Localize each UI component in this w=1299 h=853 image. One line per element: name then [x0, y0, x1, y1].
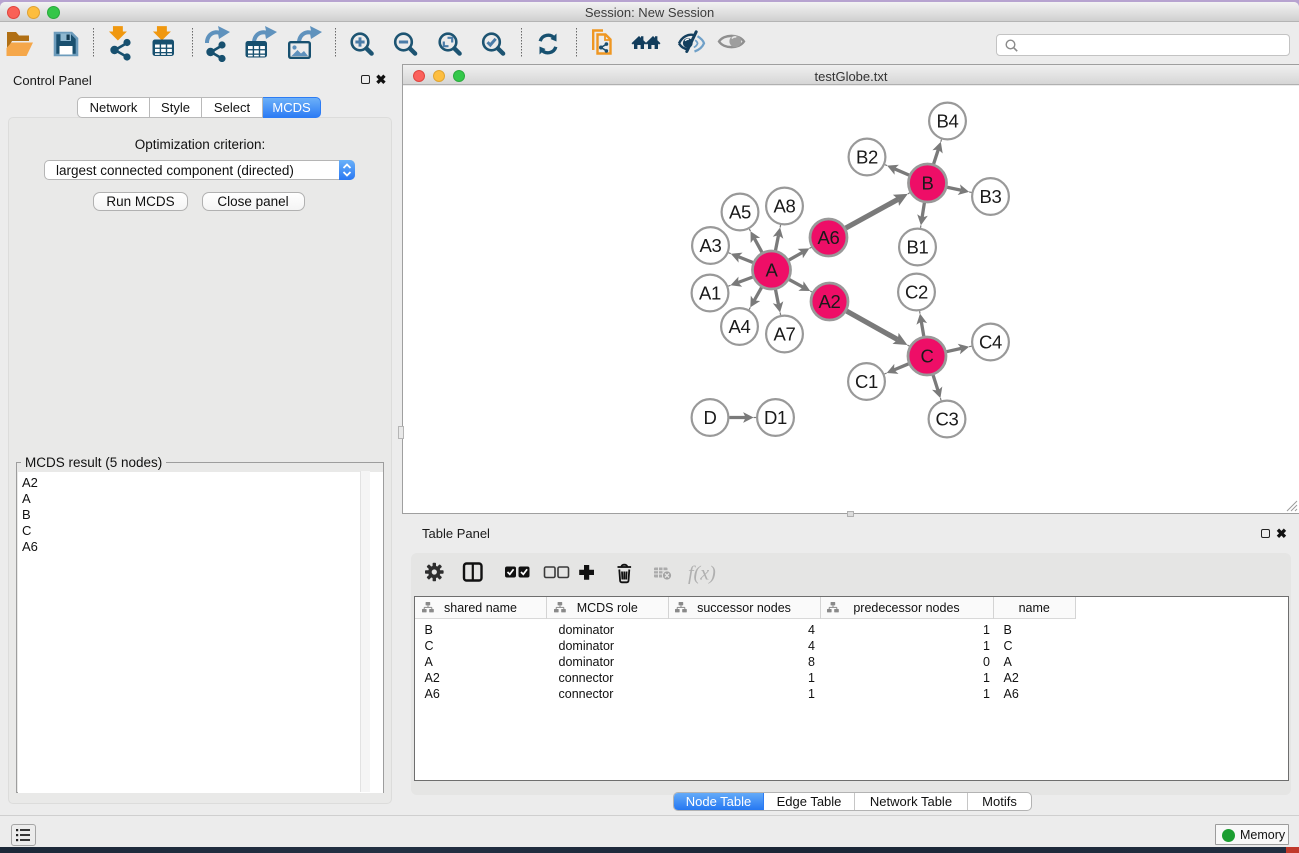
- svg-text:D: D: [703, 407, 716, 428]
- svg-text:A6: A6: [817, 227, 839, 248]
- svg-text:B2: B2: [856, 146, 878, 167]
- svg-text:C3: C3: [935, 408, 958, 429]
- svg-text:C: C: [920, 345, 933, 366]
- svg-text:B1: B1: [906, 236, 928, 257]
- svg-text:C1: C1: [855, 371, 878, 392]
- svg-text:A3: A3: [699, 235, 721, 256]
- svg-text:A8: A8: [773, 195, 795, 216]
- svg-text:A: A: [765, 259, 778, 280]
- svg-text:A4: A4: [728, 316, 750, 337]
- svg-text:f(x): f(x): [688, 563, 716, 585]
- svg-text:B: B: [921, 172, 933, 193]
- svg-text:C4: C4: [979, 331, 1002, 352]
- svg-text:C2: C2: [905, 281, 928, 302]
- svg-text:B3: B3: [979, 186, 1001, 207]
- svg-text:A7: A7: [773, 323, 795, 344]
- svg-text:A2: A2: [818, 291, 840, 312]
- svg-text:B4: B4: [936, 110, 958, 131]
- svg-text:A5: A5: [729, 201, 751, 222]
- svg-text:A1: A1: [699, 282, 721, 303]
- svg-text:D1: D1: [764, 407, 787, 428]
